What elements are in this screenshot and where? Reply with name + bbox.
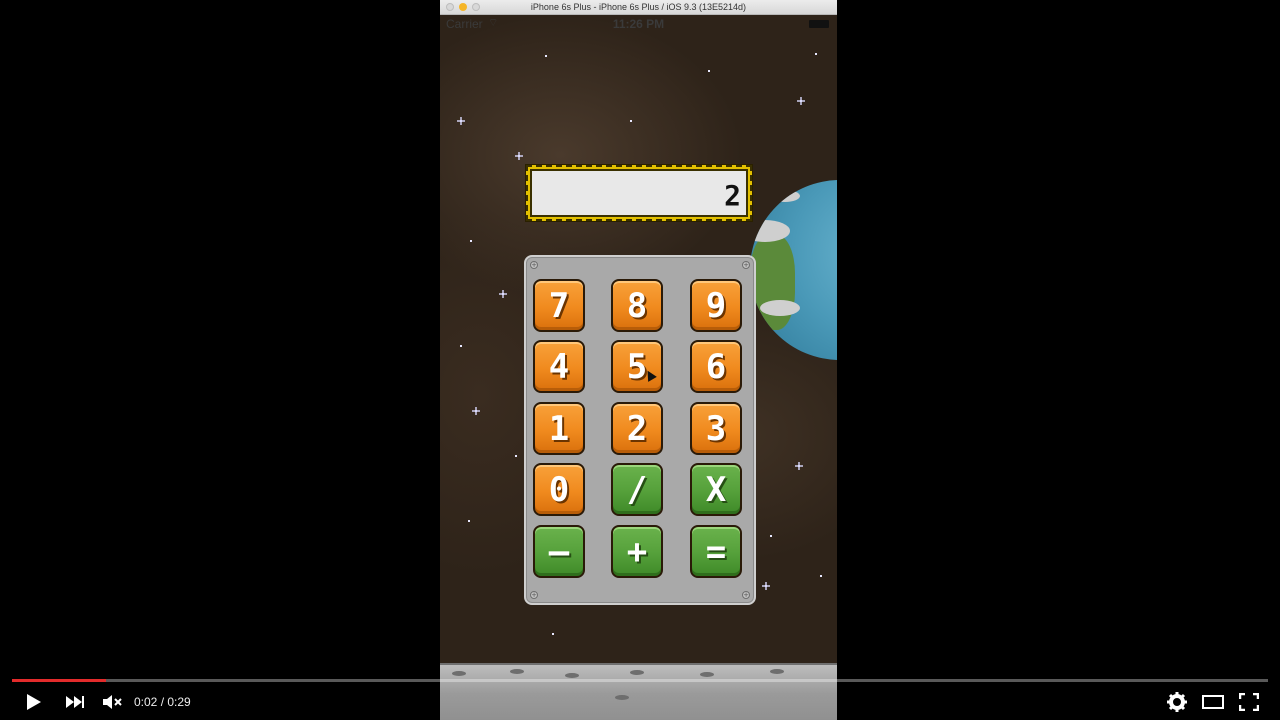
screw-icon: + xyxy=(530,261,538,269)
keypad-panel: + + + + 7 8 9 4 5 6 1 2 3 0 / X — + = xyxy=(524,255,756,605)
minimize-window-button[interactable] xyxy=(459,3,467,11)
star xyxy=(630,120,632,122)
key-6[interactable]: 6 xyxy=(690,340,742,393)
star xyxy=(472,407,480,415)
star xyxy=(468,520,470,522)
ios-status-bar: Carrier ⌔ 11:26 PM xyxy=(440,15,837,33)
star xyxy=(708,70,710,72)
star xyxy=(545,55,547,57)
star xyxy=(797,97,805,105)
crater xyxy=(565,673,579,678)
key-2[interactable]: 2 xyxy=(611,402,663,455)
simulator-window: 2 + + + + 7 8 9 4 5 6 1 2 3 0 / X — + = xyxy=(440,0,837,720)
key-plus[interactable]: + xyxy=(611,525,663,578)
star xyxy=(460,345,462,347)
theater-mode-icon xyxy=(1202,695,1224,709)
video-progress-bar[interactable] xyxy=(12,679,1268,682)
key-3[interactable]: 3 xyxy=(690,402,742,455)
star xyxy=(552,633,554,635)
fullscreen-button[interactable] xyxy=(1236,690,1262,714)
planet-cloud xyxy=(770,190,800,202)
key-multiply[interactable]: X xyxy=(690,463,742,516)
screw-icon: + xyxy=(742,591,750,599)
simulator-title: iPhone 6s Plus - iPhone 6s Plus / iOS 9.… xyxy=(530,2,747,12)
fullscreen-icon xyxy=(1239,693,1259,711)
crater xyxy=(510,669,524,674)
screw-icon: + xyxy=(742,261,750,269)
mute-icon xyxy=(103,695,122,709)
status-time: 11:26 PM xyxy=(612,17,665,31)
planet-land xyxy=(750,235,795,330)
star xyxy=(762,582,770,590)
video-controls: 0:02 / 0:29 xyxy=(0,686,1280,720)
zoom-window-button[interactable] xyxy=(472,3,480,11)
star xyxy=(515,152,523,160)
battery-icon xyxy=(809,20,829,28)
simulator-titlebar: iPhone 6s Plus - iPhone 6s Plus / iOS 9.… xyxy=(440,0,837,15)
crater xyxy=(770,669,784,674)
key-equals[interactable]: = xyxy=(690,525,742,578)
star xyxy=(795,462,803,470)
crater xyxy=(630,670,644,675)
app-background: 2 + + + + 7 8 9 4 5 6 1 2 3 0 / X — + = xyxy=(440,15,837,720)
key-4[interactable]: 4 xyxy=(533,340,585,393)
star xyxy=(770,535,772,537)
key-5[interactable]: 5 xyxy=(611,340,663,393)
calculator-display: 2 xyxy=(526,165,752,221)
play-button[interactable] xyxy=(22,690,46,714)
play-icon xyxy=(27,694,41,710)
mute-button[interactable] xyxy=(100,690,126,714)
star xyxy=(470,240,472,242)
settings-button[interactable] xyxy=(1164,690,1190,714)
key-1[interactable]: 1 xyxy=(533,402,585,455)
close-window-button[interactable] xyxy=(446,3,454,11)
key-7[interactable]: 7 xyxy=(533,279,585,332)
time-readout: 0:02 / 0:29 xyxy=(134,695,191,709)
key-0[interactable]: 0 xyxy=(533,463,585,516)
next-icon xyxy=(66,696,84,708)
planet-cloud xyxy=(760,300,800,316)
key-divide[interactable]: / xyxy=(611,463,663,516)
theater-mode-button[interactable] xyxy=(1200,690,1226,714)
star xyxy=(820,575,822,577)
next-button[interactable] xyxy=(62,690,88,714)
video-progress-fill xyxy=(12,679,107,682)
star xyxy=(815,53,817,55)
display-border xyxy=(526,165,752,221)
star xyxy=(515,455,517,457)
settings-icon xyxy=(1167,692,1187,712)
star xyxy=(457,117,465,125)
star xyxy=(499,290,507,298)
crater xyxy=(452,671,466,676)
planet-earth xyxy=(750,180,837,360)
key-minus[interactable]: — xyxy=(533,525,585,578)
screw-icon: + xyxy=(530,591,538,599)
key-8[interactable]: 8 xyxy=(611,279,663,332)
crater xyxy=(700,672,714,677)
display-value: 2 xyxy=(724,179,742,212)
key-9[interactable]: 9 xyxy=(690,279,742,332)
